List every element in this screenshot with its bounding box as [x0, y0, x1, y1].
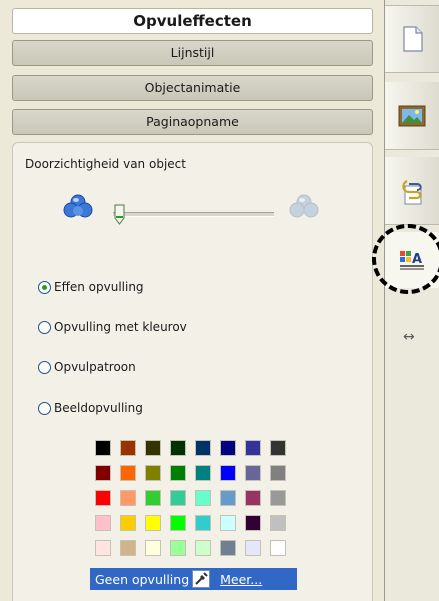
color-swatch[interactable] — [195, 440, 211, 456]
transparent-object-icon — [289, 194, 319, 218]
color-swatch[interactable] — [270, 440, 286, 456]
color-swatch[interactable] — [170, 440, 186, 456]
color-swatch[interactable] — [120, 540, 136, 556]
color-swatch[interactable] — [270, 490, 286, 506]
resize-arrows-icon[interactable]: ↔ — [403, 329, 415, 345]
radio-solid-fill-label: Effen opvulling — [54, 280, 144, 294]
radio-pattern-fill-label: Opvulpatroon — [54, 360, 136, 374]
properties-panel: Opvuleffecten Lijnstijl Objectanimatie P… — [0, 0, 384, 601]
transparency-slider-thumb[interactable] — [114, 204, 125, 225]
palette-footer: Geen opvulling Meer... — [90, 568, 297, 590]
color-swatch[interactable] — [270, 540, 286, 556]
radio-image-fill[interactable]: Beeldopvulling — [38, 399, 143, 417]
color-swatch[interactable] — [170, 540, 186, 556]
radio-gradient-fill[interactable]: Opvulling met kleurov — [38, 318, 187, 336]
section-header-fill-effects[interactable]: Opvuleffecten — [12, 8, 373, 34]
color-swatch[interactable] — [220, 465, 236, 481]
color-swatch[interactable] — [220, 515, 236, 531]
color-swatch[interactable] — [145, 440, 161, 456]
color-swatch[interactable] — [245, 540, 261, 556]
tab-gallery[interactable] — [385, 82, 439, 150]
page-sorter-icon — [403, 26, 423, 52]
gallery-icon — [398, 105, 426, 126]
section-header-line-style[interactable]: Lijnstijl — [12, 40, 373, 66]
color-swatch[interactable] — [220, 540, 236, 556]
transparency-slider-track[interactable] — [113, 212, 274, 217]
color-swatch[interactable] — [270, 465, 286, 481]
radio-button[interactable] — [38, 401, 51, 415]
radio-button[interactable] — [38, 320, 51, 334]
color-swatch[interactable] — [220, 490, 236, 506]
radio-button-checked[interactable] — [38, 280, 51, 294]
side-tab-bar: A ↔ — [384, 0, 439, 601]
color-swatch[interactable] — [120, 490, 136, 506]
color-swatch[interactable] — [145, 515, 161, 531]
tab-attachments[interactable] — [385, 157, 439, 225]
highlight-circle-annotation — [372, 224, 439, 294]
color-swatch[interactable] — [145, 490, 161, 506]
attachments-icon — [402, 179, 422, 204]
color-swatch[interactable] — [195, 465, 211, 481]
radio-solid-fill[interactable]: Effen opvulling — [38, 278, 144, 296]
color-swatch[interactable] — [145, 465, 161, 481]
radio-pattern-fill[interactable]: Opvulpatroon — [38, 358, 136, 376]
color-swatch[interactable] — [245, 490, 261, 506]
section-header-page-recording[interactable]: Paginaopname — [12, 109, 373, 135]
section-header-object-animation[interactable]: Objectanimatie — [12, 75, 373, 101]
color-swatch[interactable] — [120, 515, 136, 531]
color-swatch[interactable] — [195, 540, 211, 556]
more-colors-link[interactable]: Meer... — [220, 572, 262, 587]
tab-page-sorter[interactable] — [385, 5, 439, 73]
color-swatch[interactable] — [95, 490, 111, 506]
color-swatch[interactable] — [245, 465, 261, 481]
transparency-label: Doorzichtigheid van object — [25, 157, 186, 171]
color-swatch[interactable] — [95, 515, 111, 531]
color-swatch[interactable] — [195, 490, 211, 506]
color-swatch[interactable] — [95, 540, 111, 556]
no-fill-button[interactable]: Geen opvulling — [95, 572, 189, 587]
color-swatch[interactable] — [245, 440, 261, 456]
radio-gradient-fill-label: Opvulling met kleurov — [54, 320, 187, 334]
color-swatch[interactable] — [220, 440, 236, 456]
color-swatch[interactable] — [195, 515, 211, 531]
color-swatch[interactable] — [120, 440, 136, 456]
color-swatch[interactable] — [245, 515, 261, 531]
color-swatch[interactable] — [270, 515, 286, 531]
color-swatch[interactable] — [120, 465, 136, 481]
opaque-object-icon — [63, 194, 93, 218]
color-swatch[interactable] — [145, 540, 161, 556]
color-swatch[interactable] — [95, 465, 111, 481]
color-swatch[interactable] — [170, 465, 186, 481]
color-swatch[interactable] — [170, 490, 186, 506]
color-swatch[interactable] — [170, 515, 186, 531]
fill-effects-content: Doorzichtigheid van object Effen opvulli… — [12, 142, 373, 601]
radio-button[interactable] — [38, 360, 51, 374]
color-swatch[interactable] — [95, 440, 111, 456]
radio-image-fill-label: Beeldopvulling — [54, 401, 143, 415]
eyedropper-icon[interactable] — [192, 570, 211, 588]
color-palette — [95, 440, 295, 562]
